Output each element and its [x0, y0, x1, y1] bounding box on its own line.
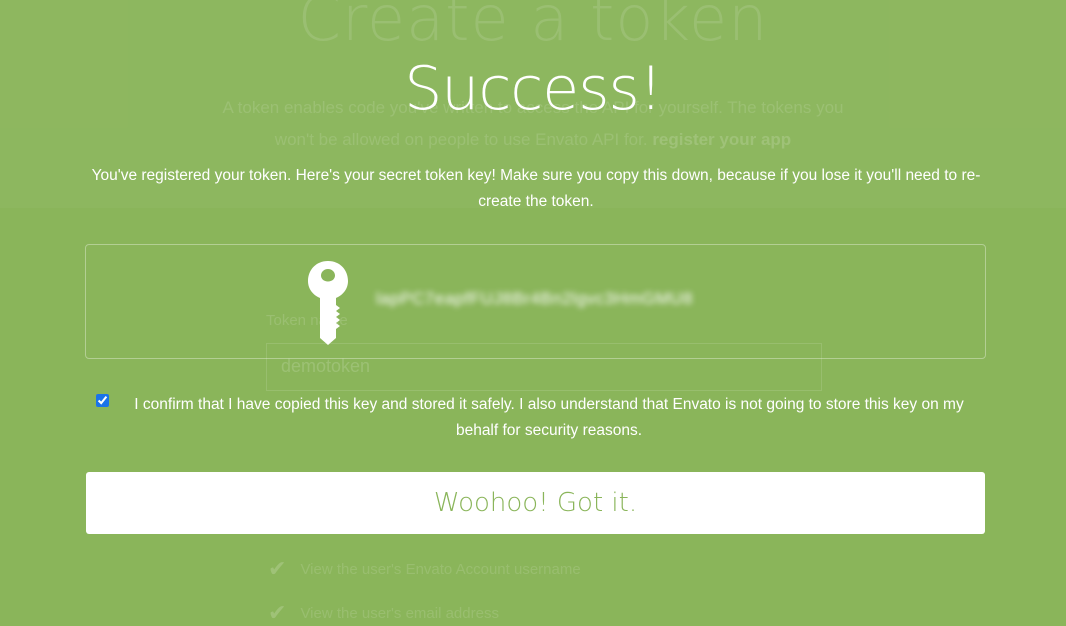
checkmark-icon: ✔ [268, 600, 287, 625]
confirm-copied-checkbox[interactable] [96, 394, 109, 407]
key-icon [308, 261, 348, 345]
background-title: Create a token [297, 0, 769, 55]
register-app-link: register your app [652, 130, 792, 149]
token-key-value[interactable]: lapPC7eapfFUJ8Br4Bn2lgvc3HmGMU8 [376, 289, 693, 309]
got-it-button[interactable]: Woohoo! Got it. [86, 472, 985, 534]
background-description-line: won't be allowed on people to use Envato… [274, 130, 792, 149]
confirm-copied-checkbox-row[interactable]: I confirm that I have copied this key an… [96, 392, 986, 444]
background-permission-item: ✔ View the user's email address [268, 600, 499, 625]
success-title: Success! [404, 54, 663, 124]
success-message: You've registered your token. Here's you… [91, 167, 981, 210]
token-key-box: lapPC7eapfFUJ8Br4Bn2lgvc3HmGMU8 [85, 244, 986, 359]
checkmark-icon: ✔ [268, 556, 287, 581]
confirm-copied-label: I confirm that I have copied this key an… [134, 396, 964, 439]
background-permission-item: ✔ View the user's Envato Account usernam… [268, 556, 581, 581]
